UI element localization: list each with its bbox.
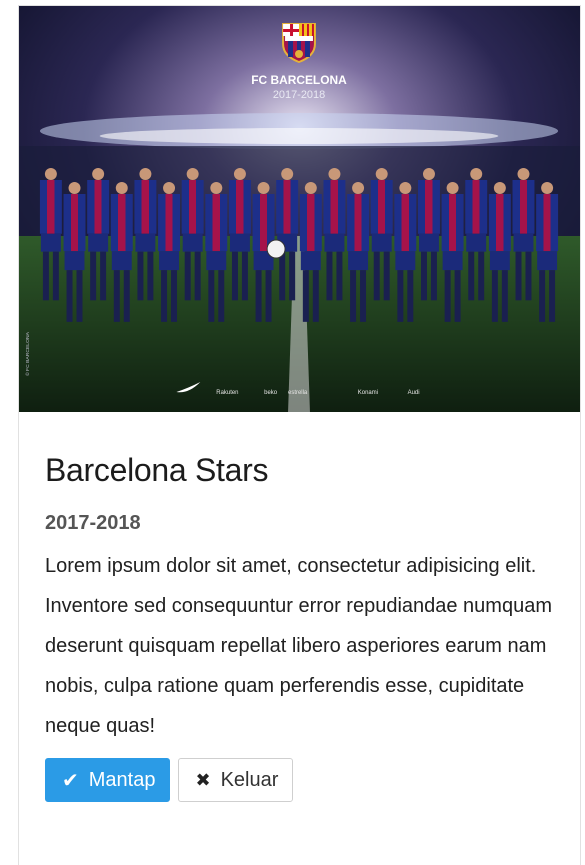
sponsor-1: beko xyxy=(264,390,278,396)
mantap-button[interactable]: ✔ Mantap xyxy=(45,758,171,802)
sponsor-3: Konami xyxy=(358,390,378,396)
sponsor-0: Rakuten xyxy=(216,390,238,396)
football-icon xyxy=(266,239,286,259)
fc-barcelona-crest-icon xyxy=(282,23,316,64)
card-body: Barcelona Stars 2017-2018 Lorem ipsum do… xyxy=(19,412,580,802)
team-photo-svg: FC BARCELONA 2017-2018 Rakuten beko estr… xyxy=(19,6,580,412)
card: FC BARCELONA 2017-2018 Rakuten beko estr… xyxy=(18,5,581,865)
card-actions: ✔ Mantap ✖ Keluar xyxy=(45,758,554,802)
card-subtitle: 2017-2018 xyxy=(45,512,141,534)
close-icon: ✖ xyxy=(195,769,211,790)
team-photo-image: FC BARCELONA 2017-2018 Rakuten beko estr… xyxy=(19,6,580,412)
hero-headline: FC BARCELONA xyxy=(251,73,347,87)
hero-season: 2017-2018 xyxy=(273,89,325,101)
mantap-button-label: Mantap xyxy=(88,768,156,791)
keluar-button[interactable]: ✖ Keluar xyxy=(178,758,294,802)
keluar-button-label: Keluar xyxy=(220,768,279,791)
sponsor-2: estrella xyxy=(288,390,308,396)
hero-watermark: © FC BARCELONA xyxy=(24,331,31,376)
card-text: Lorem ipsum dolor sit amet, consectetur … xyxy=(45,555,552,737)
check-icon: ✔ xyxy=(62,769,79,792)
sponsor-4: Audi xyxy=(408,390,420,396)
card-title: Barcelona Stars xyxy=(45,452,269,488)
